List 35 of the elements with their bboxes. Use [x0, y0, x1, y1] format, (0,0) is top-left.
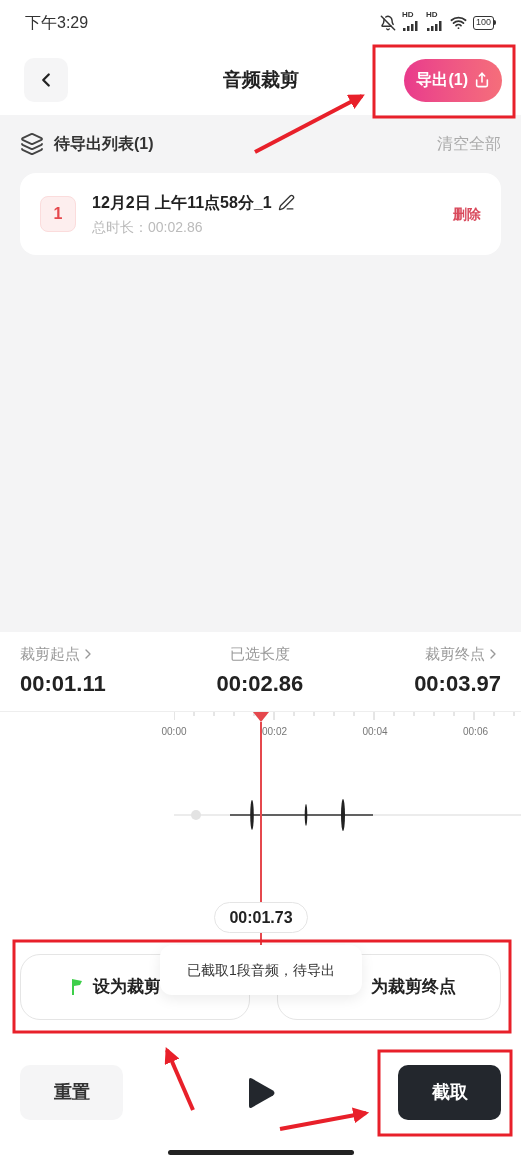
playhead-time: 00:01.73 — [214, 902, 308, 933]
tick-label: 00:00 — [161, 725, 187, 739]
mute-icon — [379, 14, 396, 31]
list-title: 待导出列表(1) — [54, 134, 154, 154]
item-duration: 总时长：00:02.86 — [92, 217, 204, 237]
delete-button[interactable]: 删除 — [453, 203, 481, 225]
tick-label: 00:02 — [262, 725, 287, 739]
signal-icon — [401, 20, 420, 31]
toast: 已截取1段音频，待导出 — [160, 945, 362, 995]
selected-length-label: 已选长度 — [229, 643, 290, 664]
trim-end-link[interactable]: 裁剪终点 — [425, 642, 501, 666]
trim-start-value: 00:01.11 — [20, 670, 106, 699]
layers-icon — [20, 132, 44, 156]
status-time: 下午3:29 — [25, 12, 89, 33]
playhead-handle[interactable] — [253, 712, 269, 722]
tick-label: 00:04 — [362, 725, 388, 739]
cut-button[interactable]: 截取 — [398, 1065, 501, 1120]
edit-icon[interactable] — [277, 194, 295, 211]
item-name: 12月2日 上午11点58分_1 — [92, 192, 272, 213]
clear-all-button[interactable]: 清空全部 — [437, 132, 501, 156]
signal-icon — [425, 20, 444, 31]
signal-label: HD — [425, 10, 438, 19]
reset-button[interactable]: 重置 — [20, 1065, 123, 1120]
item-index: 1 — [40, 196, 76, 232]
flag-icon — [71, 978, 83, 996]
wifi-icon — [449, 14, 467, 31]
trim-start-link[interactable]: 裁剪起点 — [20, 642, 96, 666]
signal-label: HD — [401, 10, 414, 19]
trim-end-value: 00:03.97 — [414, 670, 501, 699]
selected-length-value: 00:02.86 — [216, 670, 304, 699]
tick-label: 00:06 — [463, 725, 488, 739]
export-button[interactable]: 导出(1) — [404, 58, 502, 102]
share-icon — [474, 72, 490, 88]
battery-icon: 100 — [472, 15, 496, 30]
page-title: 音频裁剪 — [222, 67, 299, 92]
